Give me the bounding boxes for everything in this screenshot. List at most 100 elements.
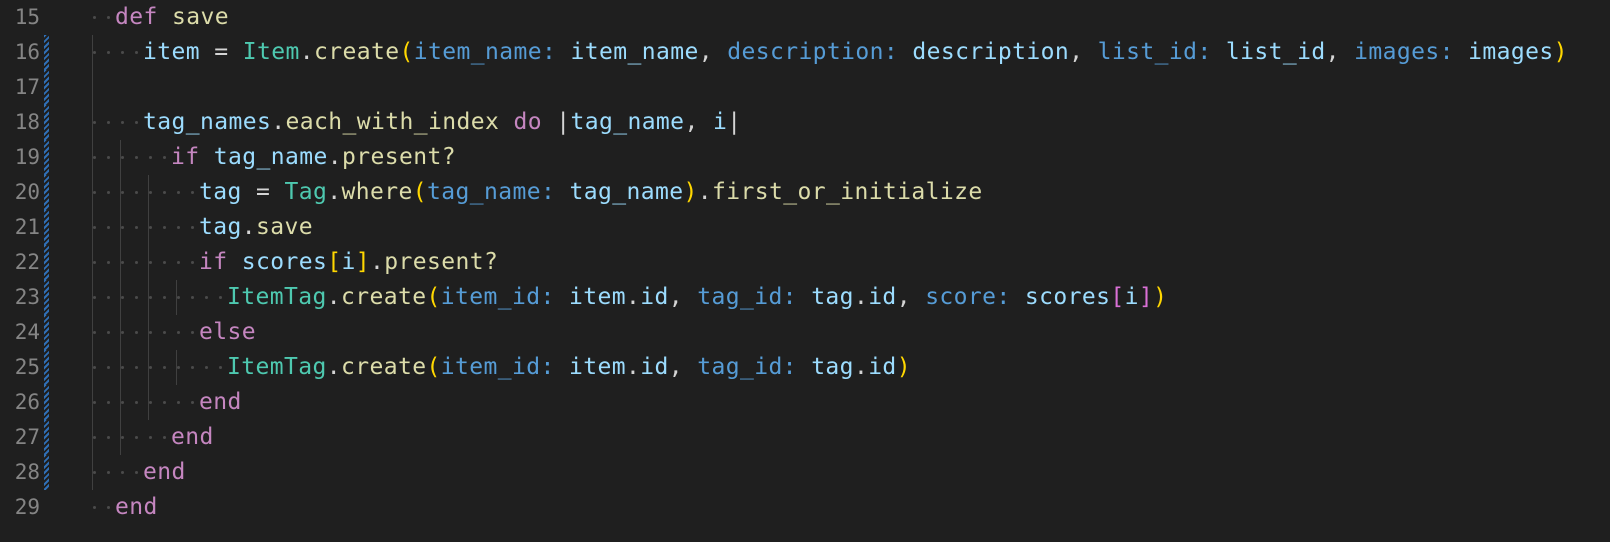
code-token: tag_id: (697, 354, 797, 380)
code-line[interactable]: 27 end (0, 420, 1610, 455)
whitespace-dot (93, 366, 96, 369)
code-line[interactable]: 18 tag_names.each_with_index do |tag_name… (0, 105, 1610, 140)
modified-line-indicator[interactable] (44, 420, 49, 455)
whitespace-dot (191, 331, 194, 334)
whitespace-dot (107, 436, 110, 439)
code-line[interactable]: 26 end (0, 385, 1610, 420)
code-text[interactable]: end (115, 490, 158, 525)
code-text[interactable]: def save (115, 0, 229, 35)
whitespace-dot (177, 191, 180, 194)
code-token: ) (896, 354, 911, 380)
code-token: . (326, 354, 341, 380)
code-line[interactable]: 17 (0, 70, 1610, 105)
code-token: ( (412, 179, 427, 205)
code-text[interactable]: ItemTag.create(item_id: item.id, tag_id:… (227, 350, 911, 385)
whitespace-dot (177, 226, 180, 229)
code-line[interactable]: 28 end (0, 455, 1610, 490)
line-number: 27 (14, 425, 40, 449)
line-number: 24 (14, 320, 40, 344)
code-token: ) (1553, 39, 1568, 65)
code-token: tag_name (213, 144, 328, 170)
code-token: i (1124, 284, 1139, 310)
whitespace-dot (93, 331, 96, 334)
whitespace-dot (135, 401, 138, 404)
code-text[interactable]: if scores[i].present? (199, 245, 498, 280)
code-text[interactable]: end (199, 385, 242, 420)
modified-line-indicator[interactable] (44, 70, 49, 105)
code-token: tag_name (570, 109, 685, 135)
whitespace-dot (93, 226, 96, 229)
code-token: id (868, 284, 897, 310)
modified-line-indicator[interactable] (44, 245, 49, 280)
modified-line-indicator[interactable] (44, 35, 49, 70)
modified-line-indicator[interactable] (44, 210, 49, 245)
modified-line-indicator[interactable] (44, 350, 49, 385)
code-text[interactable]: tag = Tag.where(tag_name: tag_name).firs… (199, 175, 983, 210)
whitespace-dot (163, 226, 166, 229)
whitespace-dot (121, 401, 124, 404)
code-text[interactable]: item = Item.create(item_name: item_name,… (143, 35, 1568, 70)
code-token: . (327, 179, 342, 205)
modified-line-indicator[interactable] (44, 280, 49, 315)
whitespace-dot (135, 226, 138, 229)
code-token: present? (384, 249, 499, 275)
code-text[interactable]: end (171, 420, 214, 455)
code-token: , (1325, 39, 1355, 65)
whitespace-dot (121, 261, 124, 264)
code-text[interactable]: ItemTag.create(item_id: item.id, tag_id:… (227, 280, 1167, 315)
whitespace-dot (121, 471, 124, 474)
code-token: create (340, 284, 427, 310)
modified-line-indicator[interactable] (44, 315, 49, 350)
code-token: tag_name: (427, 179, 556, 205)
code-editor[interactable]: 15 def save 16 item = Item.create(item_name… (0, 0, 1610, 542)
modified-line-indicator[interactable] (44, 105, 49, 140)
whitespace-dot (191, 191, 194, 194)
modified-line-indicator[interactable] (44, 175, 49, 210)
code-line[interactable]: 25 ItemTag.create(item_id: item.id, tag_i… (0, 350, 1610, 385)
code-line[interactable]: 15 def save (0, 0, 1610, 35)
code-token: id (640, 354, 669, 380)
modified-line-indicator[interactable] (44, 140, 49, 175)
code-text[interactable]: else (199, 315, 256, 350)
code-line[interactable]: 19 if tag_name.present? (0, 140, 1610, 175)
line-number: 29 (14, 495, 40, 519)
code-line[interactable]: 22 if scores[i].present? (0, 245, 1610, 280)
modified-line-indicator[interactable] (44, 385, 49, 420)
line-number: 26 (14, 390, 40, 414)
line-number: 16 (14, 40, 40, 64)
whitespace-dot (191, 261, 194, 264)
code-line[interactable]: 20 tag = Tag.where(tag_name: tag_name).fi… (0, 175, 1610, 210)
code-line[interactable]: 23 ItemTag.create(item_id: item.id, tag_i… (0, 280, 1610, 315)
code-token: ( (426, 284, 441, 310)
whitespace-dot (219, 366, 222, 369)
code-token: . (271, 109, 286, 135)
whitespace-dot (149, 156, 152, 159)
code-line[interactable]: 24 else (0, 315, 1610, 350)
whitespace-dot (93, 156, 96, 159)
whitespace-dot (93, 296, 96, 299)
code-line[interactable]: 29 end (0, 490, 1610, 525)
whitespace-dot (163, 331, 166, 334)
code-line[interactable]: 21 tag.save (0, 210, 1610, 245)
code-token: item_name (570, 39, 699, 65)
code-token: end (115, 494, 158, 520)
modified-line-indicator[interactable] (44, 455, 49, 490)
code-text[interactable]: end (143, 455, 186, 490)
code-token: , (684, 109, 713, 135)
code-text[interactable]: if tag_name.present? (171, 140, 456, 175)
code-token: end (199, 389, 242, 415)
code-token: else (199, 319, 256, 345)
code-line[interactable]: 16 item = Item.create(item_name: item_nam… (0, 35, 1610, 70)
whitespace-dot (93, 471, 96, 474)
whitespace-dot (121, 331, 124, 334)
whitespace-dot (93, 121, 96, 124)
code-text[interactable]: tag.save (199, 210, 313, 245)
code-text[interactable]: tag_names.each_with_index do |tag_name, … (143, 105, 741, 140)
whitespace-dot (93, 51, 96, 54)
